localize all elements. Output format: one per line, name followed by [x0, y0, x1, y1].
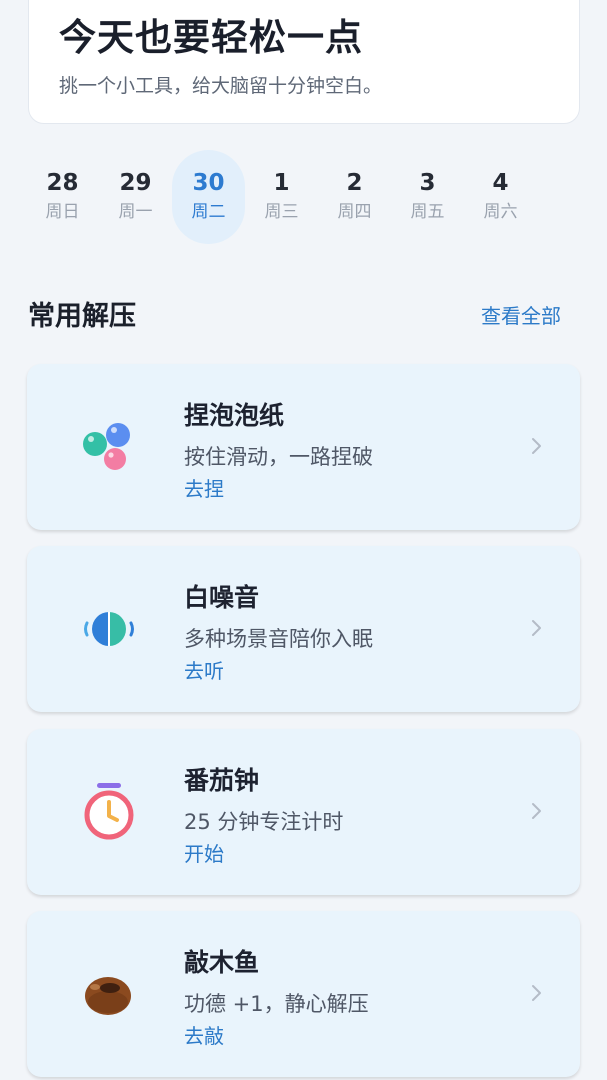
page-title: 今天也要轻松一点	[59, 16, 363, 59]
day-number: 1	[273, 170, 290, 196]
tool-card-bubble-wrap[interactable]: 捏泡泡纸 按住滑动，一路捏破 去捏	[27, 364, 580, 530]
day-number: 4	[492, 170, 509, 196]
tool-action-link[interactable]: 开始	[184, 838, 224, 867]
tool-title: 白噪音	[184, 583, 260, 612]
tool-card-white-noise[interactable]: 白噪音 多种场景音陪你入眠 去听	[27, 546, 580, 712]
tool-description: 25 分钟专注计时	[184, 810, 344, 834]
day-number: 2	[346, 170, 363, 196]
day-weekday: 周五	[410, 202, 445, 222]
tool-title: 捏泡泡纸	[184, 401, 285, 430]
tool-action-link[interactable]: 去敲	[184, 1020, 224, 1049]
bubbles-icon	[83, 423, 130, 470]
day-item[interactable]: 4 周六	[464, 150, 537, 244]
day-item[interactable]: 1 周三	[245, 150, 318, 244]
view-all-link[interactable]: 查看全部	[481, 300, 561, 329]
tool-title: 敲木鱼	[184, 948, 260, 977]
tool-card-pomodoro[interactable]: 番茄钟 25 分钟专注计时 开始	[27, 729, 580, 895]
tool-card-wooden-fish[interactable]: 敲木鱼 功德 +1，静心解压 去敲	[27, 911, 580, 1077]
day-weekday: 周六	[483, 202, 518, 222]
day-weekday: 周二	[191, 202, 226, 222]
day-item[interactable]: 3 周五	[391, 150, 464, 244]
chevron-right-icon	[532, 803, 541, 819]
chevron-right-icon	[532, 985, 541, 1001]
day-item[interactable]: 28 周日	[26, 150, 99, 244]
tool-description: 多种场景音陪你入眠	[184, 627, 373, 651]
wooden-fish-icon	[85, 977, 131, 1015]
tool-description: 按住滑动，一路捏破	[184, 445, 373, 469]
timer-icon	[84, 783, 134, 840]
chevron-right-icon	[532, 620, 541, 636]
tool-description: 功德 +1，静心解压	[184, 992, 369, 1016]
day-number: 30	[192, 170, 225, 196]
day-weekday: 周日	[45, 202, 80, 222]
day-number: 28	[46, 170, 79, 196]
tool-title: 番茄钟	[184, 766, 260, 795]
page-subtitle: 挑一个小工具，给大脑留十分钟空白。	[59, 75, 383, 97]
day-item-selected[interactable]: 30 周二	[172, 150, 245, 244]
day-weekday: 周一	[118, 202, 153, 222]
tool-action-link[interactable]: 去听	[184, 655, 224, 684]
day-number: 29	[119, 170, 152, 196]
day-number: 3	[419, 170, 436, 196]
date-strip: 28 周日 29 周一 30 周二 1 周三 2 周四 3 周五 4 周六	[26, 150, 586, 246]
greeting-card: 今天也要轻松一点 挑一个小工具，给大脑留十分钟空白。	[28, 0, 580, 124]
day-weekday: 周三	[264, 202, 299, 222]
day-item[interactable]: 29 周一	[99, 150, 172, 244]
tool-action-link[interactable]: 去捏	[184, 473, 224, 502]
section-title: 常用解压	[28, 301, 136, 332]
page: 今天也要轻松一点 挑一个小工具，给大脑留十分钟空白。 28 周日 29 周一 3…	[0, 0, 607, 1080]
chevron-right-icon	[532, 438, 541, 454]
white-noise-icon	[84, 612, 134, 646]
day-item[interactable]: 2 周四	[318, 150, 391, 244]
day-weekday: 周四	[337, 202, 372, 222]
